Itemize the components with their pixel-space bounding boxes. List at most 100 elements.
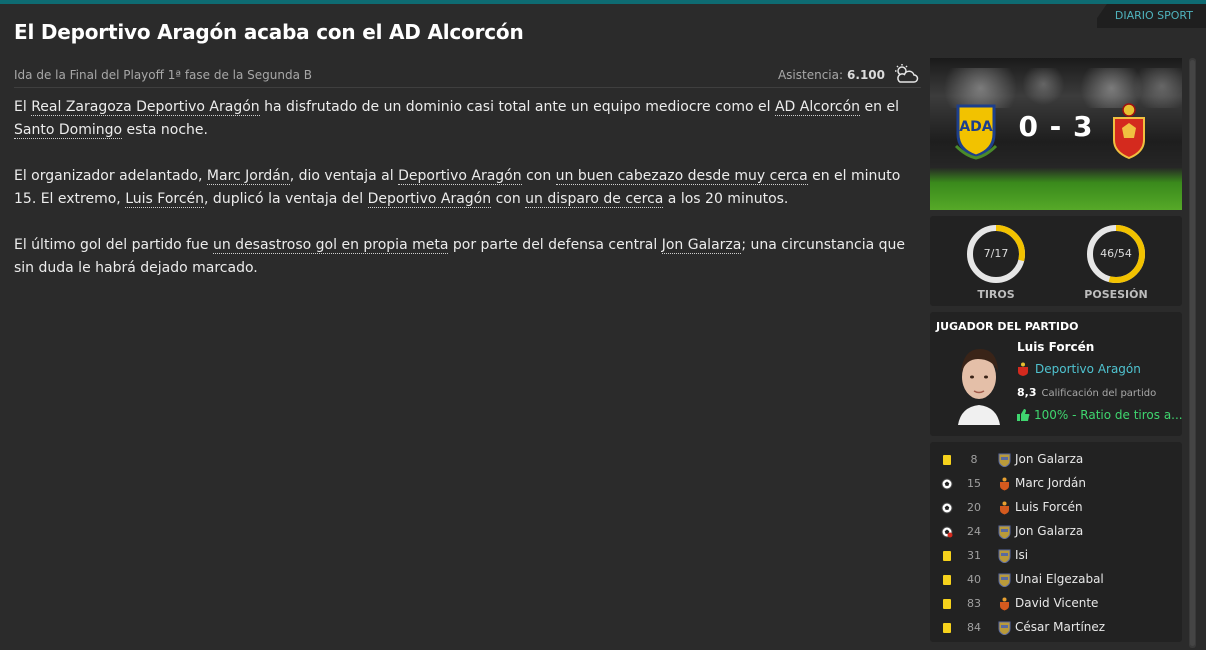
alcorcon-crest-icon: [998, 453, 1011, 468]
zaragoza-crest-icon: [998, 597, 1011, 611]
shots-gauge[interactable]: 7/17 TIROS: [964, 222, 1028, 301]
shots-value: 7/17: [983, 247, 1009, 260]
text: El organizador adelantado,: [14, 168, 207, 184]
text: en el: [860, 99, 899, 115]
zaragoza-crest-icon[interactable]: [1110, 102, 1148, 160]
event-minute: 24: [967, 525, 981, 538]
text: , duplicó la ventaja del: [204, 191, 368, 207]
event-minute: 40: [967, 573, 981, 586]
scrollbar-thumb[interactable]: [1190, 60, 1195, 646]
alcorcon-crest-icon: [998, 621, 1011, 636]
event-row[interactable]: 20 Luis Forcén: [930, 496, 1182, 520]
event-minute: 83: [967, 597, 981, 610]
event-player[interactable]: Jon Galarza: [1015, 452, 1083, 466]
event-player[interactable]: Marc Jordán: [1015, 476, 1086, 490]
match-info-bar: Ida de la Final del Playoff 1ª fase de l…: [14, 64, 921, 88]
event-player[interactable]: Isi: [1015, 548, 1028, 562]
text: El último gol del partido fue: [14, 237, 213, 253]
report-paragraph: El Real Zaragoza Deportivo Aragón ha dis…: [14, 96, 914, 142]
event-row[interactable]: 8 Jon Galarza: [930, 448, 1182, 472]
text: , dio ventaja al: [289, 168, 399, 184]
sidebar-scrollbar[interactable]: [1189, 58, 1196, 648]
yellow-card-icon: [941, 598, 953, 610]
event-player[interactable]: Jon Galarza: [1015, 524, 1083, 538]
shots-label: TIROS: [977, 288, 1015, 301]
yellow-card-icon: [941, 574, 953, 586]
player-club[interactable]: Deportivo Aragón: [1017, 362, 1141, 376]
highlight-link[interactable]: un desastroso gol en propia meta: [212, 237, 449, 254]
text: por parte del defensa central: [448, 237, 662, 253]
text: a los 20 minutos.: [663, 191, 789, 207]
alcorcon-crest-icon: [998, 549, 1011, 564]
yellow-card-icon: [941, 550, 953, 562]
attendance: Asistencia: 6.100: [778, 68, 885, 82]
match-report: El Real Zaragoza Deportivo Aragón ha dis…: [14, 96, 914, 303]
event-row[interactable]: 24 Jon Galarza: [930, 520, 1182, 544]
source-tag: DIARIO SPORT: [1096, 4, 1206, 28]
text: esta noche.: [122, 122, 208, 138]
match-sidebar: ADA 0 - 3 7/17 TIROS 46/54 POSESIÓN JUGA…: [930, 58, 1183, 642]
report-paragraph: El organizador adelantado, Marc Jordán, …: [14, 165, 914, 211]
zaragoza-crest-icon: [998, 501, 1011, 515]
competition-round: Ida de la Final del Playoff 1ª fase de l…: [14, 68, 313, 82]
event-minute: 31: [967, 549, 981, 562]
player-link[interactable]: Jon Galarza: [661, 237, 742, 254]
attendance-label: Asistencia:: [777, 68, 844, 82]
alcorcon-crest-icon: [998, 573, 1011, 588]
possession-label: POSESIÓN: [1084, 288, 1148, 301]
player-photo[interactable]: [952, 343, 1006, 425]
player-club-name: Deportivo Aragón: [1035, 362, 1141, 376]
stadium-link[interactable]: Santo Domingo: [14, 122, 123, 139]
club-link[interactable]: AD Alcorcón: [774, 99, 861, 116]
event-row[interactable]: 84 César Martínez: [930, 616, 1182, 640]
article-headline: El Deportivo Aragón acaba con el AD Alco…: [14, 20, 524, 44]
player-link[interactable]: Luis Forcén: [125, 191, 205, 208]
possession-value: 46/54: [1100, 247, 1132, 260]
text: El: [14, 99, 32, 115]
rating-value: 8,3: [1017, 386, 1037, 399]
event-player[interactable]: Unai Elgezabal: [1015, 572, 1104, 586]
highlight-link[interactable]: un disparo de cerca: [525, 191, 664, 208]
event-minute: 84: [967, 621, 981, 634]
thumbs-up-icon: [1017, 409, 1030, 421]
player-of-match-panel: JUGADOR DEL PARTIDO Luis Forcén Deportiv…: [930, 312, 1183, 436]
event-row[interactable]: 15 Marc Jordán: [930, 472, 1182, 496]
zaragoza-crest-icon: [998, 477, 1011, 491]
text: con: [521, 168, 556, 184]
event-minute: 20: [967, 501, 981, 514]
match-events-panel: 8 Jon Galarza 15 Marc Jordán 20 Luis Forcén 24…: [930, 442, 1182, 642]
event-row[interactable]: 83 David Vicente: [930, 592, 1182, 616]
top-accent-bar: [0, 0, 1206, 4]
partly-cloudy-icon: [895, 64, 919, 83]
highlight-link[interactable]: un buen cabezazo desde muy cerca: [555, 168, 808, 185]
text: ha disfrutado de un dominio casi total a…: [259, 99, 775, 115]
player-link[interactable]: Marc Jordán: [206, 168, 290, 185]
yellow-card-icon: [941, 454, 953, 466]
key-stat-text: 100% - Ratio de tiros a...: [1034, 408, 1183, 422]
event-row[interactable]: 31 Isi: [930, 544, 1182, 568]
event-player[interactable]: David Vicente: [1015, 596, 1098, 610]
rating-label: Calificación del partido: [1041, 388, 1157, 399]
report-paragraph: El último gol del partido fue un desastr…: [14, 234, 914, 280]
club-link[interactable]: Deportivo Aragón: [398, 168, 522, 185]
club-link[interactable]: Deportivo Aragón: [367, 191, 492, 208]
event-minute: 15: [967, 477, 981, 490]
event-player[interactable]: Luis Forcén: [1015, 500, 1083, 514]
event-row[interactable]: 40 Unai Elgezabal: [930, 568, 1182, 592]
motm-title: JUGADOR DEL PARTIDO: [936, 320, 1079, 333]
player-name[interactable]: Luis Forcén: [1017, 340, 1094, 354]
player-key-stat: 100% - Ratio de tiros a...: [1017, 408, 1183, 422]
own-goal-icon: [941, 526, 953, 538]
attendance-value: 6.100: [847, 68, 885, 82]
club-link[interactable]: Real Zaragoza Deportivo Aragón: [31, 99, 260, 116]
goal-ball-icon: [941, 478, 953, 490]
possession-gauge[interactable]: 46/54 POSESIÓN: [1084, 222, 1148, 301]
scoreboard: ADA 0 - 3: [930, 58, 1182, 210]
player-rating: 8,3 Calificación del partido: [1017, 386, 1156, 399]
event-minute: 8: [970, 453, 978, 466]
event-player[interactable]: César Martínez: [1015, 620, 1105, 634]
alcorcon-crest-icon: [998, 525, 1011, 540]
zaragoza-crest-icon: [1018, 362, 1028, 376]
goal-ball-icon: [941, 502, 953, 514]
yellow-card-icon: [941, 622, 953, 634]
